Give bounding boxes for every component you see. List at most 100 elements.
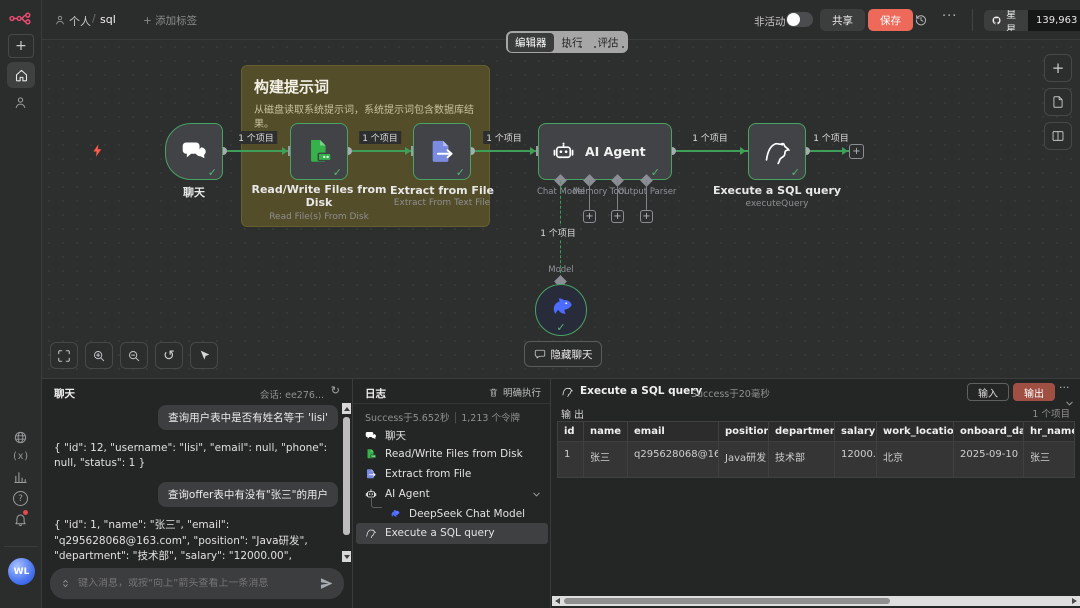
avatar[interactable]: WL bbox=[8, 558, 35, 585]
output-item-count: 1 个项目 bbox=[1032, 406, 1070, 420]
add-memory-button[interactable]: + bbox=[583, 210, 596, 223]
logs-divider bbox=[353, 403, 551, 404]
col-header[interactable]: department bbox=[769, 421, 835, 442]
sidebar-item-home[interactable] bbox=[7, 62, 35, 88]
chat-scroll-up-button[interactable] bbox=[342, 403, 351, 414]
version-history-button[interactable] bbox=[914, 13, 928, 27]
mysql-icon bbox=[762, 136, 793, 167]
reset-session-button[interactable]: ↻ bbox=[331, 384, 340, 397]
up-arrow-icon bbox=[344, 407, 350, 411]
tidy-up-button[interactable] bbox=[190, 342, 218, 369]
add-tag-button[interactable]: + 添加标签 bbox=[143, 13, 197, 28]
share-button[interactable]: 共享 bbox=[820, 9, 865, 31]
log-entry-deepseek[interactable]: DeepSeek Chat Model bbox=[389, 508, 525, 520]
col-header[interactable]: work_location bbox=[877, 421, 954, 442]
log-entry-extract[interactable]: Extract from File bbox=[365, 468, 471, 480]
save-button[interactable]: 保存 bbox=[868, 9, 913, 31]
output-hscrollbar[interactable] bbox=[552, 596, 1080, 606]
active-toggle[interactable] bbox=[786, 12, 813, 27]
send-icon[interactable] bbox=[319, 576, 334, 591]
connection-items-badge: 1 个项目 bbox=[235, 131, 277, 144]
user-icon bbox=[13, 95, 28, 110]
collapse-agent-button[interactable] bbox=[531, 489, 542, 500]
port-stub-line bbox=[617, 180, 618, 210]
breadcrumb-owner[interactable]: 个人 bbox=[69, 13, 91, 29]
node-output-panel: Execute a SQL query Success于20毫秒 输入 输出 ·… bbox=[550, 378, 1080, 608]
workflow-name[interactable]: sql bbox=[100, 13, 116, 26]
more-options-button[interactable]: ··· bbox=[942, 9, 957, 24]
output-tab-button[interactable]: 输出 bbox=[1013, 383, 1055, 401]
columns-icon bbox=[1051, 129, 1065, 143]
chat-session: 会话: ee276... bbox=[260, 387, 324, 401]
connection-readwrite-to-extract bbox=[348, 150, 413, 152]
sidebar-item-insights[interactable] bbox=[13, 470, 28, 485]
input-tab-button[interactable]: 输入 bbox=[967, 383, 1009, 401]
github-star-left: 星星 bbox=[984, 10, 1028, 31]
sidebar-item-templates[interactable] bbox=[13, 430, 28, 445]
robot-icon bbox=[552, 140, 575, 163]
add-workflow-button[interactable]: + bbox=[8, 34, 34, 58]
chat-scroll-down-button[interactable] bbox=[342, 551, 351, 562]
scroll-left-arrow[interactable] bbox=[555, 598, 560, 604]
sidebar-item-personal[interactable] bbox=[13, 95, 28, 110]
node-execute-sql[interactable]: ✓ bbox=[748, 123, 806, 180]
col-header[interactable]: name bbox=[584, 421, 628, 442]
connection-arrowhead bbox=[740, 147, 746, 155]
sidebar-item-notifications[interactable] bbox=[13, 512, 28, 527]
sticky-note-title: 构建提示词 bbox=[254, 76, 477, 97]
col-header[interactable]: hr_name bbox=[1024, 421, 1075, 442]
github-star-widget[interactable]: 星星 139,963 bbox=[984, 10, 1080, 31]
col-header[interactable]: email bbox=[628, 421, 719, 442]
zoom-out-button[interactable] bbox=[120, 342, 148, 369]
variables-icon: (x) bbox=[12, 451, 29, 462]
log-entry-execute-sql-selected[interactable]: Execute a SQL query bbox=[356, 523, 548, 544]
node-read-write-files[interactable]: ✓ bbox=[290, 123, 348, 180]
clear-execution-button[interactable]: 明确执行 bbox=[488, 385, 541, 399]
col-header[interactable]: position bbox=[719, 421, 769, 442]
col-header[interactable]: onboard_date bbox=[954, 421, 1024, 442]
github-star-count-wrap: 139,963 bbox=[1028, 10, 1080, 31]
fit-view-button[interactable] bbox=[50, 342, 78, 369]
sidebar-divider bbox=[4, 546, 38, 547]
sidebar-item-help[interactable]: ? bbox=[13, 491, 28, 506]
zoom-in-button[interactable] bbox=[85, 342, 113, 369]
add-sticky-button[interactable] bbox=[1044, 88, 1072, 116]
notification-dot bbox=[23, 510, 28, 515]
hide-chat-button[interactable]: 隐藏聊天 bbox=[524, 341, 602, 367]
chat-input[interactable] bbox=[78, 578, 312, 589]
output-more-button[interactable]: ··· bbox=[1059, 381, 1070, 394]
log-entry-chat[interactable]: 聊天 bbox=[365, 428, 406, 443]
log-entry-read-write[interactable]: Read/Write Files from Disk bbox=[365, 448, 523, 460]
col-header[interactable]: salary bbox=[835, 421, 877, 442]
col-header[interactable]: id bbox=[558, 421, 584, 442]
chat-scrollbar-thumb[interactable] bbox=[343, 417, 350, 535]
hscrollbar-thumb[interactable] bbox=[564, 598, 890, 604]
n8n-logo-icon bbox=[9, 11, 33, 26]
chat-panel-title: 聊天 bbox=[54, 386, 75, 401]
file-green-icon bbox=[305, 137, 334, 166]
add-output-parser-button[interactable]: + bbox=[640, 210, 653, 223]
reset-zoom-button[interactable]: ↺ bbox=[155, 342, 183, 369]
port-label-model: Model bbox=[548, 265, 574, 275]
chevron-down-icon bbox=[531, 489, 542, 500]
table-cell: Java研发 bbox=[719, 442, 769, 478]
chat-input-bar bbox=[50, 568, 344, 599]
node-success-check: ✓ bbox=[791, 166, 800, 179]
node-deepseek-chat-model[interactable]: ✓ bbox=[535, 284, 587, 336]
scroll-right-arrow[interactable] bbox=[1072, 598, 1077, 604]
add-next-node-button[interactable]: + bbox=[849, 144, 864, 159]
logs-summary: Success于5.652秒 │ 1,213 个令牌 bbox=[365, 410, 520, 424]
node-chat-trigger[interactable]: ✓ bbox=[165, 123, 223, 180]
node-extract-from-file[interactable]: ✓ bbox=[413, 123, 471, 180]
chat-messages[interactable]: 查询用户表中是否有姓名等于 'lisi' { "id": 12, "userna… bbox=[54, 405, 338, 563]
deepseek-whale-icon bbox=[389, 508, 401, 520]
sidebar-item-variables[interactable]: (x) bbox=[12, 451, 29, 462]
node-ai-agent[interactable]: AI Agent ✓ bbox=[538, 123, 672, 180]
note-page-icon bbox=[1051, 95, 1065, 109]
toggle-panel-button[interactable] bbox=[1044, 122, 1072, 150]
add-tool-button[interactable]: + bbox=[611, 210, 624, 223]
header-divider bbox=[972, 9, 973, 31]
zoom-in-icon bbox=[92, 349, 106, 363]
add-node-button[interactable]: + bbox=[1044, 54, 1072, 82]
history-updown-icon bbox=[60, 578, 71, 589]
